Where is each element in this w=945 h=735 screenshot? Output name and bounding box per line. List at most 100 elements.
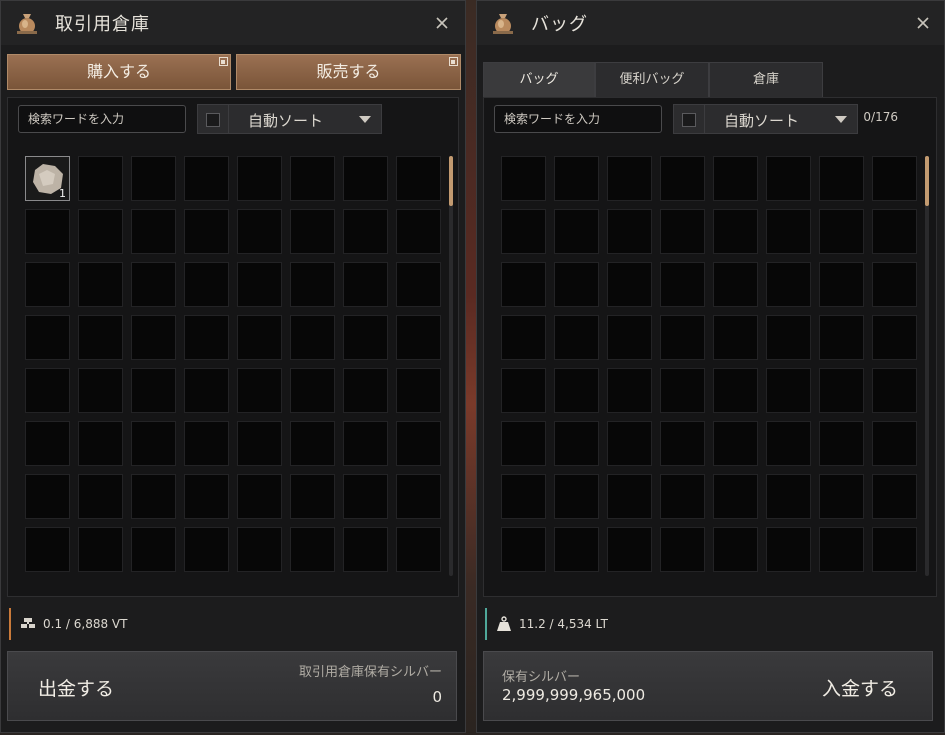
inventory-slot[interactable] (607, 209, 652, 254)
inventory-slot[interactable] (290, 527, 335, 572)
inventory-slot[interactable] (131, 209, 176, 254)
inventory-slot[interactable] (713, 527, 758, 572)
inventory-slot[interactable] (660, 421, 705, 466)
inventory-slot[interactable] (872, 262, 917, 307)
inventory-slot[interactable] (501, 315, 546, 360)
inventory-slot[interactable] (766, 209, 811, 254)
inventory-slot[interactable] (131, 474, 176, 519)
inventory-slot[interactable] (343, 209, 388, 254)
inventory-slot[interactable] (25, 421, 70, 466)
inventory-slot[interactable] (78, 474, 123, 519)
scrollbar[interactable] (925, 156, 929, 576)
inventory-slot[interactable] (713, 368, 758, 413)
tab-bag[interactable]: バッグ (483, 62, 595, 98)
inventory-slot[interactable] (237, 527, 282, 572)
inventory-slot[interactable] (607, 156, 652, 201)
inventory-slot[interactable] (607, 315, 652, 360)
inventory-slot[interactable] (343, 315, 388, 360)
inventory-slot[interactable] (607, 527, 652, 572)
inventory-slot[interactable] (131, 315, 176, 360)
inventory-slot[interactable] (237, 368, 282, 413)
inventory-slot[interactable] (819, 421, 864, 466)
inventory-slot[interactable] (501, 527, 546, 572)
inventory-slot[interactable] (290, 421, 335, 466)
inventory-slot[interactable] (25, 368, 70, 413)
inventory-slot[interactable] (660, 368, 705, 413)
inventory-slot[interactable] (554, 368, 599, 413)
inventory-slot[interactable] (237, 156, 282, 201)
inventory-slot[interactable] (872, 421, 917, 466)
inventory-slot[interactable] (184, 315, 229, 360)
inventory-slot[interactable] (131, 156, 176, 201)
inventory-slot[interactable] (554, 156, 599, 201)
inventory-slot[interactable] (660, 474, 705, 519)
inventory-slot[interactable] (713, 262, 758, 307)
inventory-slot[interactable] (766, 421, 811, 466)
sell-button[interactable]: 販売する (236, 54, 461, 90)
inventory-slot[interactable] (78, 156, 123, 201)
inventory-slot[interactable] (872, 527, 917, 572)
inventory-slot[interactable] (290, 209, 335, 254)
scrollbar[interactable] (449, 156, 453, 576)
inventory-slot[interactable] (290, 368, 335, 413)
inventory-slot[interactable] (25, 209, 70, 254)
inventory-slot[interactable] (819, 209, 864, 254)
inventory-slot[interactable] (131, 368, 176, 413)
inventory-slot[interactable] (396, 368, 441, 413)
inventory-slot[interactable] (819, 262, 864, 307)
inventory-slot[interactable] (554, 262, 599, 307)
inventory-slot[interactable] (184, 262, 229, 307)
inventory-slot[interactable] (184, 474, 229, 519)
inventory-slot[interactable] (766, 368, 811, 413)
inventory-slot[interactable] (237, 262, 282, 307)
inventory-slot[interactable] (78, 315, 123, 360)
inventory-slot[interactable] (872, 474, 917, 519)
inventory-slot[interactable] (501, 368, 546, 413)
inventory-slot[interactable] (343, 421, 388, 466)
inventory-slot[interactable] (290, 156, 335, 201)
inventory-slot[interactable] (819, 527, 864, 572)
scroll-thumb[interactable] (449, 156, 453, 206)
inventory-slot[interactable] (607, 421, 652, 466)
inventory-slot[interactable] (237, 315, 282, 360)
inventory-slot[interactable] (184, 368, 229, 413)
inventory-slot[interactable] (396, 209, 441, 254)
inventory-slot[interactable] (290, 474, 335, 519)
inventory-slot[interactable] (872, 156, 917, 201)
inventory-slot[interactable] (872, 209, 917, 254)
inventory-slot[interactable] (78, 209, 123, 254)
inventory-slot[interactable] (343, 262, 388, 307)
inventory-slot[interactable] (501, 209, 546, 254)
inventory-slot[interactable] (766, 156, 811, 201)
inventory-slot[interactable] (766, 315, 811, 360)
auto-sort-checkbox[interactable] (206, 113, 220, 127)
tab-storage[interactable]: 倉庫 (709, 62, 823, 98)
inventory-slot[interactable] (501, 156, 546, 201)
inventory-slot[interactable] (131, 527, 176, 572)
inventory-slot[interactable] (607, 262, 652, 307)
inventory-slot[interactable] (501, 262, 546, 307)
scroll-thumb[interactable] (925, 156, 929, 206)
inventory-slot[interactable] (713, 474, 758, 519)
inventory-slot[interactable] (554, 527, 599, 572)
inventory-slot[interactable] (819, 156, 864, 201)
inventory-slot[interactable] (25, 474, 70, 519)
window-header[interactable]: 取引用倉庫 (1, 1, 465, 45)
inventory-slot[interactable] (660, 209, 705, 254)
inventory-slot[interactable] (554, 315, 599, 360)
close-icon[interactable] (914, 14, 932, 32)
close-icon[interactable] (433, 14, 451, 32)
inventory-slot[interactable] (660, 156, 705, 201)
withdraw-button[interactable]: 出金する 取引用倉庫保有シルバー 0 (7, 651, 457, 721)
inventory-slot[interactable] (184, 209, 229, 254)
inventory-slot[interactable] (872, 368, 917, 413)
inventory-slot[interactable] (554, 421, 599, 466)
search-input[interactable] (494, 105, 662, 133)
inventory-slot[interactable] (396, 315, 441, 360)
inventory-slot[interactable] (766, 474, 811, 519)
inventory-slot[interactable] (660, 315, 705, 360)
inventory-slot[interactable] (396, 156, 441, 201)
inventory-slot[interactable] (396, 474, 441, 519)
inventory-slot[interactable] (396, 262, 441, 307)
inventory-slot[interactable] (660, 527, 705, 572)
